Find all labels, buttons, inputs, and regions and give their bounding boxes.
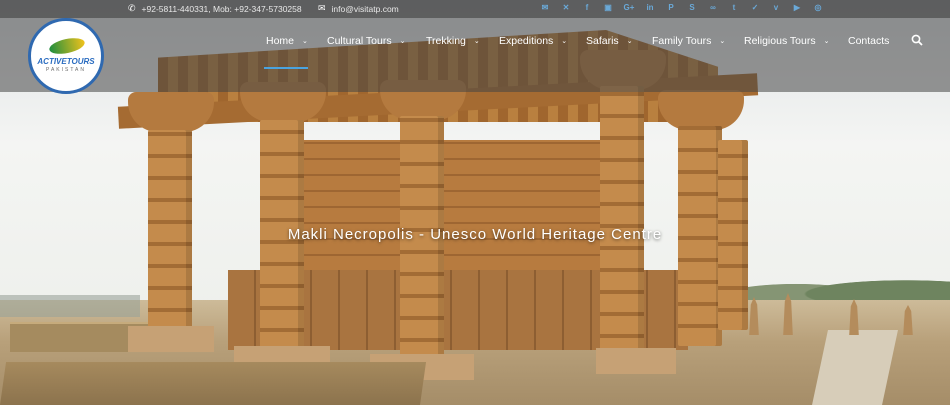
nav-label[interactable]: Expeditions <box>499 35 553 47</box>
nav-item-religious-tours[interactable]: Religious Tours ⌄ <box>744 35 829 47</box>
nav-label[interactable]: Home <box>266 35 294 47</box>
top-contact-bar: ✆ +92-5811-440331, Mob: +92-347-5730258 … <box>0 0 950 18</box>
youtube-icon[interactable]: ▶ <box>791 3 803 12</box>
linkedin-icon[interactable]: in <box>644 3 656 12</box>
skype-icon[interactable]: S <box>686 3 698 12</box>
email-text[interactable]: info@visitatp.com <box>332 4 399 14</box>
nav-item-expeditions[interactable]: Expeditions ⌄ <box>499 35 567 47</box>
nav-label[interactable]: Cultural Tours <box>327 35 392 47</box>
pillar-plinth <box>128 326 214 352</box>
phone-text: +92-5811-440331, Mob: +92-347-5730258 <box>141 3 302 14</box>
chevron-down-icon: ⌄ <box>302 38 308 45</box>
nav-label[interactable]: Contacts <box>848 35 889 47</box>
envelope-icon: ✉ <box>318 3 326 13</box>
square-icon[interactable]: ▣ <box>602 3 614 12</box>
logo-subtitle: PAKISTAN <box>46 67 86 73</box>
pillar-capital <box>128 92 214 132</box>
tripadvisor-icon[interactable]: ∞ <box>707 3 719 12</box>
nav-item-contacts[interactable]: Contacts <box>848 35 889 47</box>
nav-label[interactable]: Family Tours <box>652 35 711 47</box>
chevron-down-icon: ⌄ <box>823 38 830 45</box>
instagram-icon[interactable]: ◎ <box>812 3 824 12</box>
nav-item-safaris[interactable]: Safaris ⌄ <box>586 35 633 47</box>
twitter-icon[interactable]: ✓ <box>749 3 761 12</box>
nav-item-home[interactable]: Home ⌄ <box>266 35 308 47</box>
chevron-down-icon: ⌄ <box>561 38 568 45</box>
active-nav-indicator <box>264 67 308 69</box>
pinterest-icon[interactable]: P <box>665 3 677 12</box>
tumblr-icon[interactable]: t <box>728 3 740 12</box>
logo-name: ACTIVETOURS <box>37 57 95 66</box>
nav-item-trekking[interactable]: Trekking ⌄ <box>426 35 480 47</box>
vimeo-icon[interactable]: v <box>770 3 782 12</box>
hero-caption: Makli Necropolis - Unesco World Heritage… <box>287 226 663 243</box>
search-icon[interactable] <box>911 34 923 49</box>
email-icon[interactable]: ✉ <box>539 3 551 12</box>
hero-distant-tombs <box>740 275 950 335</box>
nav-label[interactable]: Religious Tours <box>744 35 816 47</box>
chevron-down-icon: ⌄ <box>719 38 726 45</box>
hero-foreground-slab <box>0 362 427 405</box>
chevron-down-icon: ⌄ <box>473 38 480 45</box>
logo-swoosh-icon <box>47 35 87 57</box>
cross-icon[interactable]: ✕ <box>560 3 572 12</box>
chevron-down-icon: ⌄ <box>399 38 406 45</box>
social-links: ✉ ✕ f ▣ G+ in P S ∞ t ✓ v ▶ ◎ <box>539 3 824 12</box>
chevron-down-icon: ⌄ <box>626 38 633 45</box>
site-logo[interactable]: ACTIVETOURS PAKISTAN <box>28 18 104 94</box>
pillar-plinth <box>596 348 676 374</box>
contact-phone: ✆ +92-5811-440331, Mob: +92-347-5730258 <box>128 3 302 14</box>
facebook-icon[interactable]: f <box>581 3 593 12</box>
nav-item-cultural-tours[interactable]: Cultural Tours ⌄ <box>327 35 405 47</box>
nav-item-family-tours[interactable]: Family Tours ⌄ <box>652 35 725 47</box>
main-navbar <box>0 18 950 92</box>
phone-icon: ✆ <box>128 3 136 13</box>
tomb-pillar <box>600 86 644 356</box>
nav-label[interactable]: Safaris <box>586 35 619 47</box>
google-plus-icon[interactable]: G+ <box>623 3 635 12</box>
nav-label[interactable]: Trekking <box>426 35 466 47</box>
pillar-capital <box>658 90 744 130</box>
contact-email[interactable]: ✉ info@visitatp.com <box>318 3 399 14</box>
